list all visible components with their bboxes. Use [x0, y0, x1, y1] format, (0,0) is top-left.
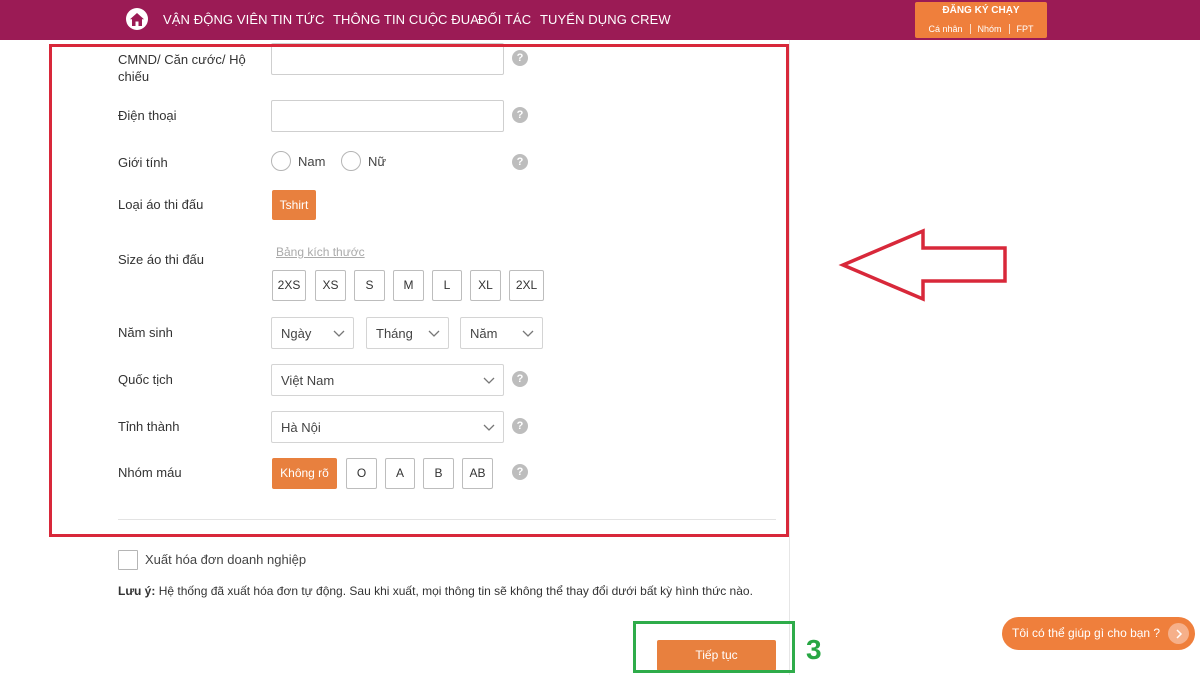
nav-item-athletes[interactable]: VẬN ĐỘNG VIÊN: [163, 12, 268, 27]
register-run-menu[interactable]: ĐĂNG KÝ CHẠY Cá nhân Nhóm FPT: [915, 2, 1047, 38]
nav-item-race-info[interactable]: THÔNG TIN CUỘC ĐUA: [333, 12, 479, 27]
separator: [969, 24, 971, 34]
invoice-checkbox[interactable]: [118, 550, 138, 570]
register-option-individual[interactable]: Cá nhân: [928, 24, 962, 34]
note-text: Hệ thống đã xuất hóa đơn tự động. Sau kh…: [155, 584, 753, 598]
chat-help-bubble[interactable]: Tôi có thể giúp gì cho bạn ?: [1002, 617, 1195, 650]
home-icon[interactable]: [126, 8, 148, 30]
annotation-left-arrow-icon: [838, 228, 1007, 302]
annotation-step-number: 3: [806, 634, 822, 665]
nav-item-crew-recruitment[interactable]: TUYỂN DỤNG CREW: [540, 12, 671, 27]
top-navigation-bar: VẬN ĐỘNG VIÊN TIN TỨC THÔNG TIN CUỘC ĐUA…: [0, 0, 1200, 40]
invoice-note: Lưu ý: Hệ thống đã xuất hóa đơn tự động.…: [118, 582, 783, 600]
annotation-red-highlight-box: [49, 44, 789, 537]
invoice-checkbox-label: Xuất hóa đơn doanh nghiệp: [145, 552, 307, 567]
nav-item-partners[interactable]: ĐỐI TÁC: [478, 12, 531, 27]
chevron-right-icon[interactable]: [1168, 623, 1189, 644]
chat-help-text: Tôi có thể giúp gì cho bạn ?: [1012, 626, 1161, 640]
register-run-title[interactable]: ĐĂNG KÝ CHẠY: [915, 5, 1047, 16]
note-prefix: Lưu ý:: [118, 584, 156, 598]
register-options: Cá nhân Nhóm FPT: [915, 24, 1047, 34]
register-option-group[interactable]: Nhóm: [978, 24, 1002, 34]
separator: [1008, 24, 1010, 34]
nav-item-news[interactable]: TIN TỨC: [271, 12, 324, 27]
register-option-fpt[interactable]: FPT: [1017, 24, 1034, 34]
annotation-green-highlight-box: [633, 621, 795, 673]
